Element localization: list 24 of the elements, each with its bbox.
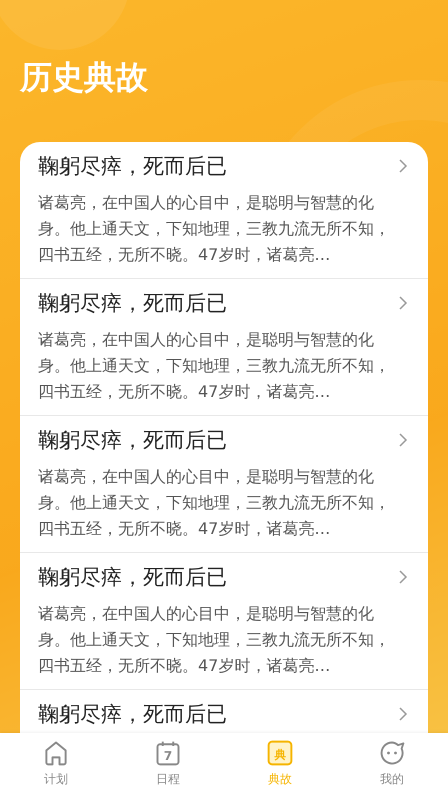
story-summary: 诸葛亮，在中国人的心目中，是聪明与智慧的化身。他上通天文，下知地理，三教九流无所不知，四书五经，无所不晓。47岁时，诸葛亮… <box>38 192 391 266</box>
story-summary: 诸葛亮，在中国人的心目中，是聪明与智慧的化身。他上通天文，下知地理，三教九流无所不知，四书五经，无所不晓。47岁时，诸葛亮… <box>38 329 391 403</box>
story-summary: 诸葛亮，在中国人的心目中，是聪明与智慧的化身。他上通天文，下知地理，三教九流无所不知，四书五经，无所不晓。47岁时，诸葛亮… <box>38 466 391 540</box>
tab-item[interactable]: 计划 <box>0 733 112 798</box>
story-title: 鞠躬尽瘁，死而后已 <box>38 564 227 591</box>
chevron-right-icon <box>398 296 408 310</box>
chevron-right-icon <box>398 159 408 173</box>
story-title: 鞠躬尽瘁，死而后已 <box>38 427 227 454</box>
chat-bubble-icon <box>378 739 406 767</box>
story-item[interactable]: 鞠躬尽瘁，死而后已 诸葛亮，在中国人的心目中，是聪明与智慧的化身。他上通天文，下知地理，三教九流无所不知，四书五经，无所不晓。47岁时，诸葛亮… <box>20 142 428 279</box>
page-title: 历史典故 <box>20 58 148 96</box>
story-summary: 诸葛亮，在中国人的心目中，是聪明与智慧的化身。他上通天文，下知地理，三教九流无所不知，四书五经，无所不晓。47岁时，诸葛亮… <box>38 603 391 677</box>
book-icon: 典 <box>266 739 294 767</box>
chevron-right-icon <box>398 570 408 584</box>
story-title: 鞠躬尽瘁，死而后已 <box>38 290 227 317</box>
chevron-right-icon <box>398 433 408 447</box>
tab-item[interactable]: 我的 <box>336 733 448 798</box>
story-title: 鞠躬尽瘁，死而后已 <box>38 701 227 728</box>
tab-item[interactable]: 7 日程 <box>112 733 224 798</box>
story-item[interactable]: 鞠躬尽瘁，死而后已 诸葛亮，在中国人的心目中，是聪明与智慧的化身。他上通天文，下知地理，三教九流无所不知，四书五经，无所不晓。47岁时，诸葛亮… <box>20 279 428 416</box>
story-item[interactable]: 鞠躬尽瘁，死而后已 诸葛亮，在中国人的心目中，是聪明与智慧的化身。他上通天文，下知地理，三教九流无所不知，四书五经，无所不晓。47岁时，诸葛亮… <box>20 416 428 553</box>
chevron-right-icon <box>398 707 408 721</box>
story-title: 鞠躬尽瘁，死而后已 <box>38 153 227 180</box>
story-item[interactable]: 鞠躬尽瘁，死而后已 诸葛亮，在中国人的心目中，是聪明与智慧的化身。他上通天文，下知地理，三教九流无所不知，四书五经，无所不晓。47岁时，诸葛亮… <box>20 553 428 690</box>
